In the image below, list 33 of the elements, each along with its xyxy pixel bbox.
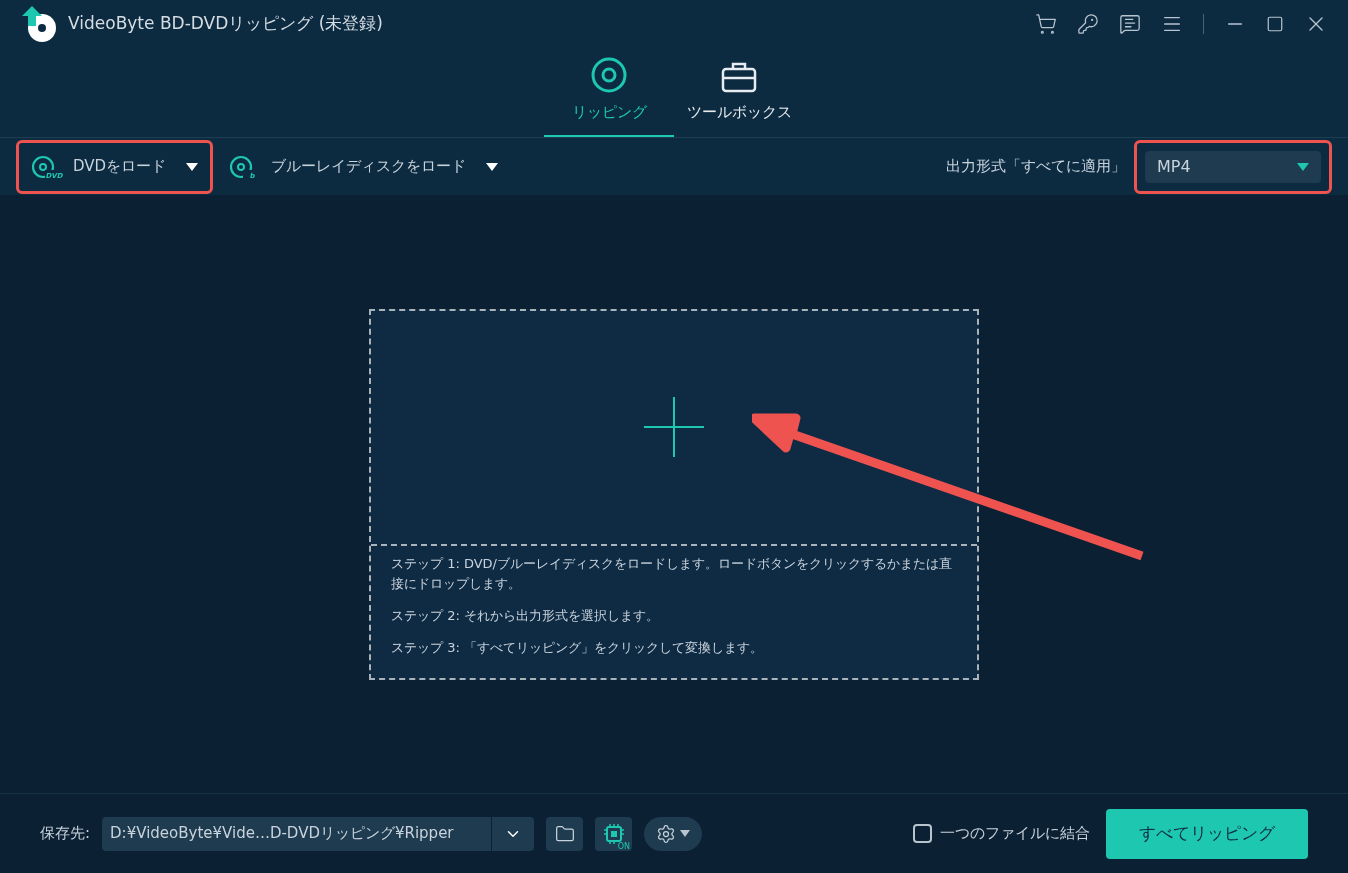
key-icon[interactable] [1077,13,1099,35]
step-text: ステップ 1: DVD/ブルーレイディスクをロードします。ロードボタンをクリックするかまたは直接にドロップします。 [391,554,953,593]
tab[interactable]: リッピング [544,48,674,137]
plus-icon[interactable] [642,395,706,459]
feedback-icon[interactable] [1119,13,1141,35]
caret-icon [1297,162,1309,171]
toolbox-icon [721,60,757,93]
merge-label: 一つのファイルに結合 [940,823,1090,845]
chip-icon [603,823,624,844]
save-label: 保存先: [40,823,91,845]
save-path-text: D:¥VideoByte¥Vide…D-DVDリッピング¥Ripper [109,823,455,845]
gpu-acceleration-button[interactable]: ON [595,816,633,851]
cart-icon[interactable] [1035,13,1057,35]
open-folder-button[interactable] [546,816,584,851]
folder-icon [554,823,575,844]
maximize-icon[interactable] [1266,15,1284,33]
tab[interactable]: ツールボックス [674,48,804,137]
caret-icon [680,830,691,837]
on-label: ON [617,842,631,851]
format-label: 出力形式「すべてに適用」 [946,156,1126,178]
rip-all-button[interactable]: すべてリッピング [1106,808,1308,859]
caret-icon [186,162,199,171]
caret-icon [486,162,499,171]
settings-button[interactable] [644,816,703,851]
merge-checkbox[interactable] [913,824,932,843]
settings-icon [656,823,677,844]
format-dropdown[interactable]: MP4 [1145,150,1321,183]
window-title: VideoByte BD-DVDリッピング (未登録) [68,12,383,36]
save-path-field[interactable]: D:¥VideoByte¥Vide…D-DVDリッピング¥Ripper [102,816,535,851]
drop-area[interactable]: ステップ 1: DVD/ブルーレイディスクをロードします。ロードボタンをクリックするかまたは直接にドロップします。 ステップ 2: それから出力形式を選択します。 ステップ 3: 「すべてリッピング」をクリックして変換します。 [369,308,979,680]
step-text: ステップ 2: それから出力形式を選択します。 [391,606,660,625]
step-text: ステップ 3: 「すべてリッピング」をクリックして変換します。 [391,638,764,657]
disc-icon [591,56,627,93]
